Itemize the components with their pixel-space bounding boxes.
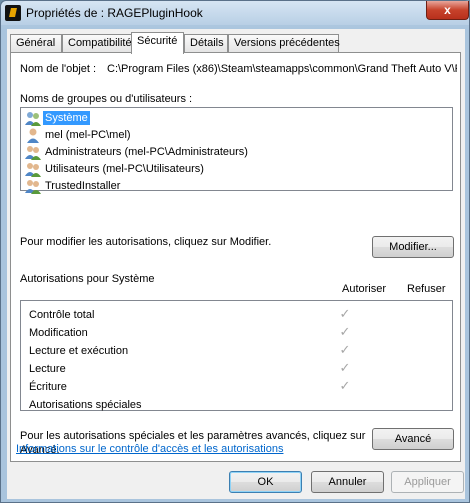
user-icon <box>27 128 39 143</box>
permission-name: Autorisations spéciales <box>29 399 142 411</box>
permission-row: Modification ✓ <box>21 325 452 343</box>
list-item[interactable]: Administrateurs (mel-PC\Administrateurs) <box>23 144 450 161</box>
close-button[interactable]: x <box>426 1 469 20</box>
permissions-list: Contrôle total ✓ Modification ✓ Lecture … <box>20 300 453 411</box>
window-title: Propriétés de : RAGEPluginHook <box>26 6 203 20</box>
user-label: TrustedInstaller <box>45 180 121 192</box>
permission-name: Lecture <box>29 363 66 375</box>
app-icon <box>5 5 21 21</box>
permission-row: Autorisations spéciales <box>21 397 452 415</box>
permissions-label: Autorisations pour Système <box>20 273 155 285</box>
allow-check-icon: ✓ <box>339 324 351 339</box>
tab-previous-versions[interactable]: Versions précédentes <box>228 34 340 53</box>
access-control-help-link[interactable]: Informations sur le contrôle d'accès et … <box>16 443 283 455</box>
permission-row: Contrôle total ✓ <box>21 307 452 325</box>
users-group-icon <box>25 112 41 126</box>
tab-details[interactable]: Détails <box>184 34 228 53</box>
list-item[interactable]: TrustedInstaller <box>23 178 450 195</box>
permission-row: Lecture et exécution ✓ <box>21 343 452 361</box>
user-label: mel (mel-PC\mel) <box>45 129 131 141</box>
security-panel: Nom de l'objet : C:\Program Files (x86)\… <box>10 52 461 462</box>
users-group-icon <box>25 180 41 194</box>
list-item[interactable]: mel (mel-PC\mel) <box>23 127 450 144</box>
tab-security[interactable]: Sécurité <box>131 32 184 54</box>
allow-check-icon: ✓ <box>339 342 351 357</box>
allow-check-icon: ✓ <box>339 360 351 375</box>
dialog-client: Général Compatibilité Sécurité Détails V… <box>7 29 465 499</box>
list-item[interactable]: Utilisateurs (mel-PC\Utilisateurs) <box>23 161 450 178</box>
advanced-hint-line1: Pour les autorisations spéciales et les … <box>20 430 366 442</box>
user-label: Système <box>43 111 90 125</box>
allow-column-header: Autoriser <box>342 283 387 295</box>
modify-button[interactable]: Modifier... <box>372 236 454 258</box>
users-list[interactable]: Système mel (mel-PC\mel) Administrateurs… <box>20 107 453 194</box>
users-group-icon <box>25 146 41 160</box>
apply-button[interactable]: Appliquer <box>391 471 464 493</box>
list-item[interactable]: Système <box>23 110 450 127</box>
permission-row: Écriture ✓ <box>21 379 452 397</box>
user-label: Administrateurs (mel-PC\Administrateurs) <box>45 146 248 158</box>
allow-check-icon: ✓ <box>339 378 351 393</box>
tab-compatibility[interactable]: Compatibilité <box>62 34 133 53</box>
permission-name: Contrôle total <box>29 309 95 321</box>
permission-name: Écriture <box>29 381 67 393</box>
ok-button[interactable]: OK <box>229 471 302 493</box>
permission-name: Modification <box>29 327 88 339</box>
groups-label: Noms de groupes ou d'utilisateurs : <box>20 93 193 105</box>
user-label: Utilisateurs (mel-PC\Utilisateurs) <box>45 163 204 175</box>
permission-name: Lecture et exécution <box>29 345 129 357</box>
users-group-icon <box>25 163 41 177</box>
permission-row: Lecture ✓ <box>21 361 452 379</box>
modify-hint: Pour modifier les autorisations, cliquez… <box>20 236 272 248</box>
tab-general[interactable]: Général <box>10 34 62 53</box>
cancel-button[interactable]: Annuler <box>311 471 384 493</box>
object-name-label: Nom de l'objet : <box>20 63 97 75</box>
deny-column-header: Refuser <box>407 283 446 295</box>
title-bar[interactable]: Propriétés de : RAGEPluginHook x <box>1 1 469 25</box>
object-name-value: C:\Program Files (x86)\Steam\steamapps\c… <box>107 63 457 75</box>
advanced-button[interactable]: Avancé <box>372 428 454 450</box>
properties-window: Propriétés de : RAGEPluginHook x Général… <box>0 0 470 503</box>
allow-check-icon: ✓ <box>339 306 351 321</box>
